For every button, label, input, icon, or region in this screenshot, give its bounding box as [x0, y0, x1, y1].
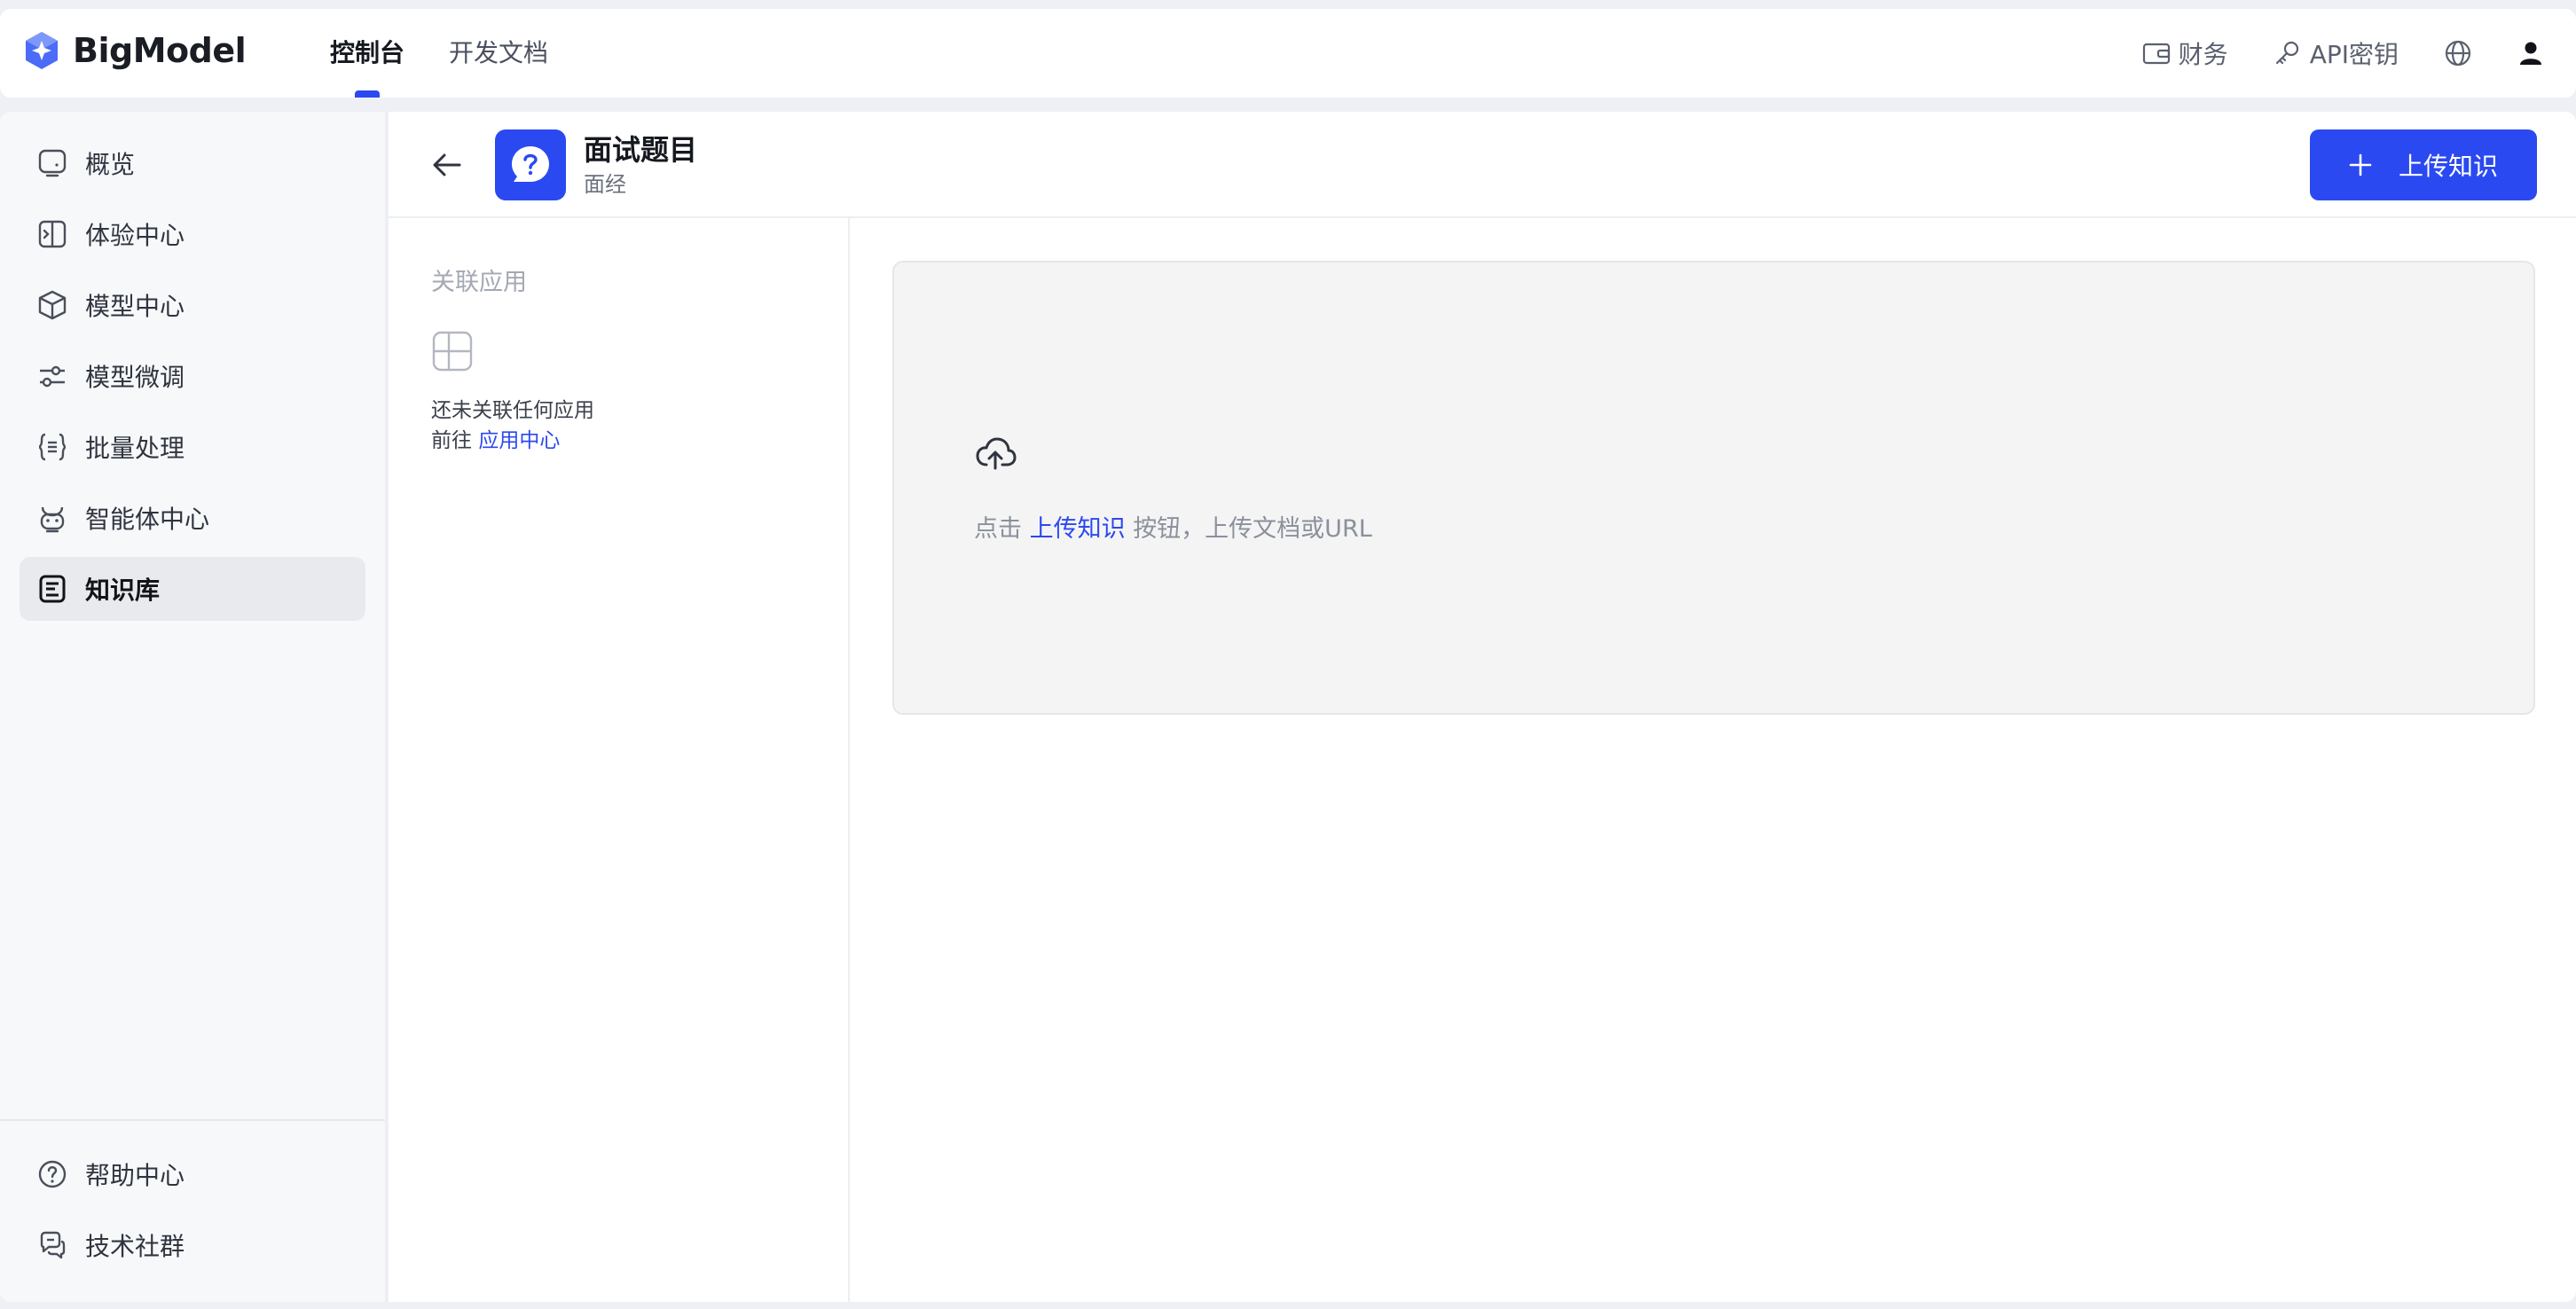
- cloud-upload-icon: [976, 437, 1017, 470]
- sidebar-item-label: 智能体中心: [85, 505, 210, 534]
- sidebar-item-knowledge-base[interactable]: 知识库: [20, 557, 365, 621]
- plus-icon: [2349, 153, 2372, 176]
- sidebar: 概览 体验中心 模型中心 模型微调 批量处理 智能体中心 知识库 帮助中心 技术…: [0, 112, 387, 1302]
- sidebar-item-label: 批量处理: [85, 434, 185, 463]
- linked-apps-panel: 关联应用 还未关联任何应用 前往 应用中心: [389, 218, 850, 1302]
- wallet-icon: [2142, 43, 2170, 65]
- upload-drop-zone[interactable]: 点击 上传知识 按钮，上传文档或URL: [892, 261, 2535, 715]
- robot-icon: [35, 501, 69, 535]
- sidebar-item-label: 技术社群: [85, 1232, 185, 1261]
- sidebar-item-label: 体验中心: [85, 221, 185, 250]
- arrow-left-icon: [433, 153, 461, 176]
- knowledge-base-subtitle: 面经: [584, 172, 626, 197]
- api-key-label: API密钥: [2309, 40, 2399, 69]
- top-tabs: 控制台 开发文档: [330, 9, 548, 98]
- sidebar-item-model-center[interactable]: 模型中心: [20, 273, 365, 337]
- user-icon: [2520, 42, 2541, 65]
- sidebar-item-label: 模型中心: [85, 292, 185, 321]
- app-center-link[interactable]: 应用中心: [478, 429, 560, 452]
- bigmodel-logo-icon: [26, 32, 58, 69]
- sidebar-item-label: 概览: [85, 150, 136, 179]
- knowledge-base-header: 面试题目 面经 上传知识: [389, 112, 2576, 218]
- api-key-link[interactable]: API密钥: [2273, 35, 2399, 71]
- tab-console[interactable]: 控制台: [330, 9, 404, 98]
- drop-zone-hint: 点击 上传知识 按钮，上传文档或URL: [974, 509, 1372, 544]
- help-icon: [35, 1157, 69, 1191]
- knowledge-base-avatar: [495, 129, 566, 200]
- language-button[interactable]: [2443, 38, 2473, 68]
- linked-apps-title: 关联应用: [431, 269, 527, 296]
- linked-apps-goto: 前往 应用中心: [431, 426, 594, 456]
- back-button[interactable]: [428, 145, 467, 184]
- app-grid-icon: [432, 331, 473, 372]
- linked-apps-empty: 还未关联任何应用 前往 应用中心: [431, 396, 594, 456]
- drop-hint-suffix: 按钮，上传文档或URL: [1133, 515, 1372, 543]
- sidebar-item-help[interactable]: 帮助中心: [20, 1142, 365, 1206]
- sidebar-item-agent-center[interactable]: 智能体中心: [20, 486, 365, 550]
- sidebar-bottom: 帮助中心 技术社群: [0, 1119, 385, 1302]
- goto-prefix: 前往: [431, 429, 472, 452]
- braces-icon: [35, 430, 69, 464]
- top-right-actions: 财务 API密钥: [2141, 9, 2544, 98]
- brand-name: BigModel: [73, 31, 247, 70]
- sidebar-item-experience[interactable]: 体验中心: [20, 202, 365, 266]
- experience-icon: [35, 217, 69, 251]
- sidebar-item-label: 模型微调: [85, 363, 185, 392]
- tab-dev-docs[interactable]: 开发文档: [449, 9, 548, 98]
- question-bubble-icon: [512, 146, 549, 182]
- overview-icon: [35, 146, 69, 180]
- drop-hint-prefix: 点击: [974, 515, 1022, 543]
- sidebar-item-overview[interactable]: 概览: [20, 131, 365, 195]
- knowledge-icon: [35, 572, 69, 606]
- finance-label: 财务: [2178, 40, 2228, 69]
- linked-apps-empty-text: 还未关联任何应用: [431, 399, 594, 422]
- upload-knowledge-label: 上传知识: [2398, 152, 2498, 181]
- upload-knowledge-button[interactable]: 上传知识: [2310, 129, 2537, 200]
- knowledge-base-title: 面试题目: [584, 133, 698, 167]
- top-navigation-bar: BigModel 控制台 开发文档 财务 API密钥: [0, 9, 2576, 98]
- main-content: 面试题目 面经 上传知识 关联应用 还未关联任何应用 前往 应用中心 点击 上传…: [389, 112, 2576, 1302]
- cube-icon: [35, 288, 69, 322]
- sidebar-item-community[interactable]: 技术社群: [20, 1213, 365, 1277]
- sidebar-item-label: 帮助中心: [85, 1161, 185, 1190]
- sidebar-item-fine-tune[interactable]: 模型微调: [20, 344, 365, 408]
- sidebar-nav: 概览 体验中心 模型中心 模型微调 批量处理 智能体中心 知识库: [20, 131, 365, 628]
- globe-icon: [2445, 40, 2471, 67]
- user-avatar-button[interactable]: [2517, 40, 2544, 67]
- key-icon: [2275, 41, 2298, 65]
- finance-link[interactable]: 财务: [2141, 35, 2228, 71]
- drop-upload-link[interactable]: 上传知识: [1030, 515, 1126, 543]
- sliders-icon: [35, 359, 69, 393]
- brand-logo[interactable]: BigModel: [23, 30, 247, 71]
- sidebar-item-label: 知识库: [85, 576, 161, 605]
- chat-icon: [35, 1228, 69, 1262]
- sidebar-item-batch[interactable]: 批量处理: [20, 415, 365, 479]
